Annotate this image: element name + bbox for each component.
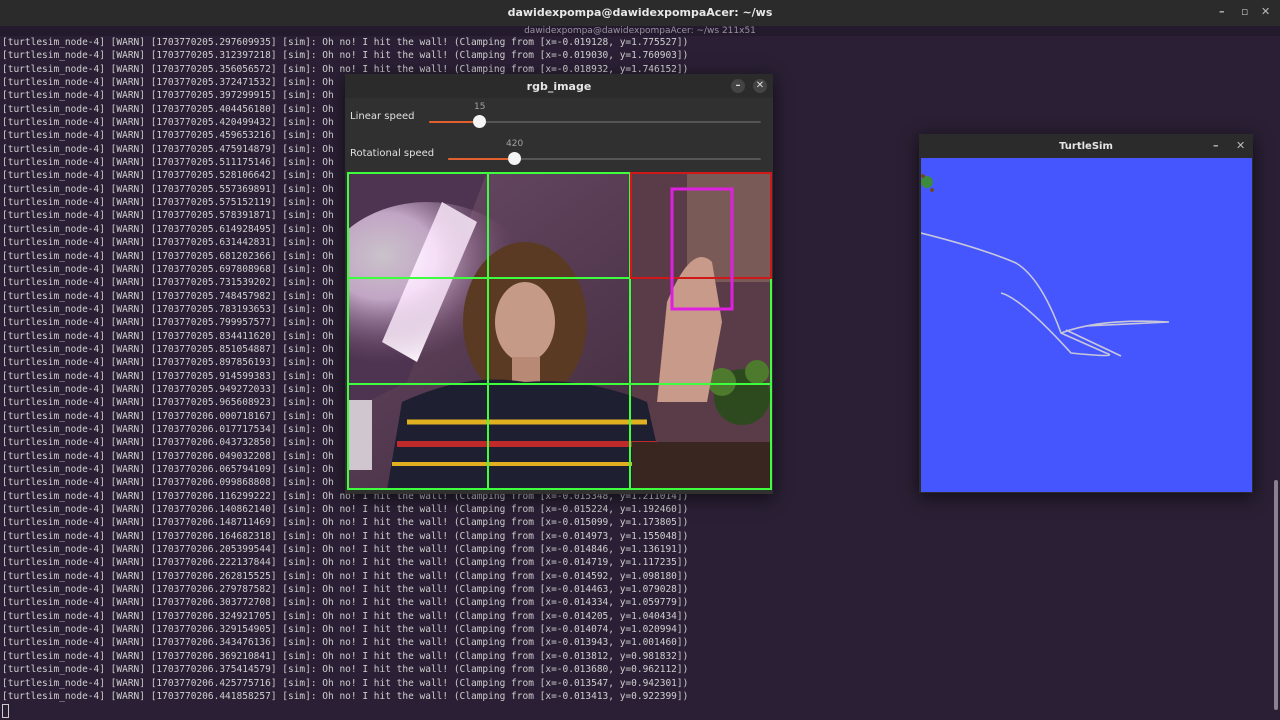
rgb-image-titlebar[interactable]: rgb_image – ✕: [345, 74, 773, 98]
terminal-line: [turtlesim_node-4] [WARN] [1703770206.32…: [2, 624, 689, 636]
turtlesim-title: TurtleSim: [1059, 141, 1113, 152]
minimize-icon[interactable]: –: [1213, 140, 1219, 152]
turtle-icon: [921, 174, 934, 192]
terminal-line: [turtlesim_node-4] [WARN] [1703770206.22…: [2, 557, 689, 569]
terminal-line: [turtlesim_node-4] [WARN] [1703770205.29…: [2, 37, 689, 48]
linear-speed-handle[interactable]: [473, 115, 486, 128]
terminal-line: [turtlesim_node-4] [WARN] [1703770205.31…: [2, 50, 689, 62]
terminal-size-label: dawidexpompa@dawidexpompaAcer: ~/ws 211x…: [0, 26, 1280, 36]
linear-speed-value: 15: [474, 102, 486, 112]
terminal-scrollbar[interactable]: [1274, 480, 1278, 710]
close-icon[interactable]: ✕: [753, 79, 767, 93]
rotational-speed-slider[interactable]: [448, 152, 761, 165]
rgb-image-window[interactable]: rgb_image – ✕ Linear speed 15 Rotational…: [345, 74, 773, 494]
rotational-speed-handle[interactable]: [508, 152, 521, 165]
terminal-line: [turtlesim_node-4] [WARN] [1703770206.37…: [2, 664, 689, 676]
terminal-line: [turtlesim_node-4] [WARN] [1703770206.16…: [2, 530, 689, 542]
terminal-line: [turtlesim_node-4] [WARN] [1703770206.42…: [2, 677, 689, 689]
terminal-titlebar[interactable]: dawidexpompa@dawidexpompaAcer: ~/ws – ▫ …: [0, 0, 1280, 26]
rotational-speed-fill: [448, 158, 514, 160]
terminal-cursor: [2, 704, 9, 718]
linear-speed-label: Linear speed: [350, 111, 415, 122]
terminal-line: [turtlesim_node-4] [WARN] [1703770206.44…: [2, 690, 689, 702]
turtlesim-window[interactable]: TurtleSim – ✕: [919, 134, 1253, 493]
rotational-speed-value: 420: [506, 139, 524, 149]
turtlesim-canvas: [920, 158, 1252, 492]
camera-feed: [347, 172, 772, 490]
rgb-image-title: rgb_image: [526, 80, 592, 93]
terminal-line: [turtlesim_node-4] [WARN] [1703770206.34…: [2, 637, 689, 649]
close-icon[interactable]: ✕: [1236, 140, 1245, 152]
linear-speed-fill: [429, 121, 479, 123]
turtle-path: [920, 174, 1170, 357]
terminal-line: [turtlesim_node-4] [WARN] [1703770206.36…: [2, 650, 689, 662]
linear-speed-slider[interactable]: [429, 115, 761, 128]
terminal-title: dawidexpompa@dawidexpompaAcer: ~/ws: [507, 6, 773, 19]
maximize-icon[interactable]: ▫: [1241, 6, 1248, 18]
camera-image: [347, 172, 772, 490]
terminal-line: [turtlesim_node-4] [WARN] [1703770206.14…: [2, 504, 689, 516]
turtlesim-titlebar[interactable]: TurtleSim – ✕: [919, 134, 1253, 158]
terminal-line: [turtlesim_node-4] [WARN] [1703770206.30…: [2, 597, 689, 609]
terminal-line: [turtlesim_node-4] [WARN] [1703770206.26…: [2, 570, 689, 582]
minimize-icon[interactable]: –: [731, 79, 745, 93]
terminal-line: [turtlesim_node-4] [WARN] [1703770206.20…: [2, 544, 689, 556]
terminal-line: [turtlesim_node-4] [WARN] [1703770206.32…: [2, 610, 689, 622]
close-icon[interactable]: ✕: [1261, 6, 1270, 18]
minimize-icon[interactable]: –: [1219, 6, 1225, 18]
terminal-line: [turtlesim_node-4] [WARN] [1703770206.27…: [2, 584, 689, 596]
rotational-speed-label: Rotational speed: [350, 148, 435, 159]
terminal-line: [turtlesim_node-4] [WARN] [1703770206.14…: [2, 517, 689, 529]
